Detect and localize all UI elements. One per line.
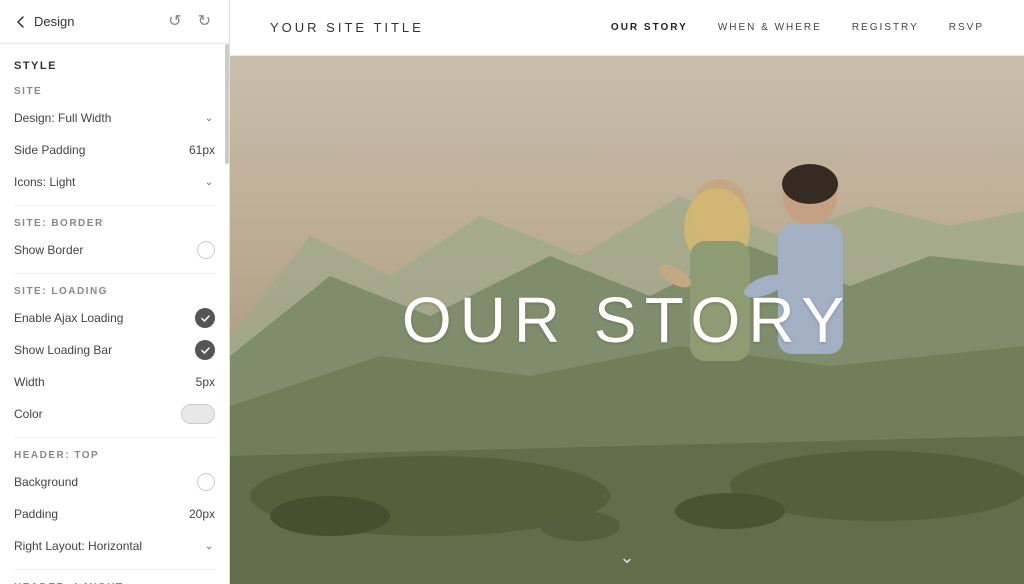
enable-ajax-row: Enable Ajax Loading: [14, 307, 215, 329]
site-preview: YOUR SITE TITLE OUR STORY WHEN & WHERE R…: [230, 0, 1024, 584]
color-swatch[interactable]: [181, 404, 215, 424]
right-layout-row: Right Layout: Horizontal ⌄: [14, 535, 215, 557]
hero-section: OUR STORY ⌄: [230, 56, 1024, 584]
panel-title: STYLE: [14, 60, 215, 72]
nav-link-registry[interactable]: REGISTRY: [852, 22, 919, 33]
redo-icon: ↻: [198, 13, 211, 30]
icons-row: Icons: Light ⌄: [14, 171, 215, 193]
icons-label: Icons: Light: [14, 175, 75, 189]
show-border-radio[interactable]: [197, 241, 215, 259]
section-header-top-label: HEADER: TOP: [14, 450, 215, 461]
back-label: Design: [34, 14, 74, 29]
checkmark-icon-2: [200, 345, 211, 356]
header-padding-row: Padding 20px: [14, 503, 215, 525]
divider-4: [14, 569, 215, 570]
site-title: YOUR SITE TITLE: [270, 20, 611, 35]
header-background-row: Background: [14, 471, 215, 493]
side-padding-label: Side Padding: [14, 143, 85, 157]
nav-link-our-story[interactable]: OUR STORY: [611, 22, 688, 33]
section-site-label: SITE: [14, 86, 215, 97]
panel-content: STYLE SITE Design: Full Width ⌄ Side Pad…: [0, 44, 229, 584]
side-padding-row: Side Padding 61px: [14, 139, 215, 161]
section-border-label: SITE: BORDER: [14, 218, 215, 229]
side-padding-value: 61px: [189, 143, 215, 157]
top-bar: Design ↺ ↻: [0, 0, 229, 44]
divider-2: [14, 273, 215, 274]
hero-title: OUR STORY: [230, 283, 1024, 357]
color-label: Color: [14, 407, 43, 421]
enable-ajax-label: Enable Ajax Loading: [14, 311, 123, 325]
section-loading-label: SITE: LOADING: [14, 286, 215, 297]
show-border-row: Show Border: [14, 239, 215, 261]
nav-link-when-where[interactable]: WHEN & WHERE: [718, 22, 822, 33]
icons-chevron-icon[interactable]: ⌄: [203, 176, 215, 188]
scroll-indicator[interactable]: ⌄: [619, 547, 634, 568]
color-row: Color: [14, 403, 215, 425]
right-layout-label: Right Layout: Horizontal: [14, 539, 142, 553]
undo-icon: ↺: [168, 13, 181, 30]
width-value: 5px: [196, 375, 215, 389]
divider-1: [14, 205, 215, 206]
scroll-thumb: [225, 44, 229, 164]
back-button[interactable]: Design: [14, 14, 74, 29]
site-navigation: YOUR SITE TITLE OUR STORY WHEN & WHERE R…: [230, 0, 1024, 56]
show-border-label: Show Border: [14, 243, 83, 257]
style-panel: Design ↺ ↻ STYLE SITE Design: Full Width…: [0, 0, 230, 584]
show-loading-bar-row: Show Loading Bar: [14, 339, 215, 361]
show-loading-bar-check[interactable]: [195, 340, 215, 360]
site-nav-links: OUR STORY WHEN & WHERE REGISTRY RSVP: [611, 22, 984, 33]
design-chevron-icon[interactable]: ⌄: [203, 112, 215, 124]
redo-button[interactable]: ↻: [194, 12, 215, 32]
right-layout-chevron-icon[interactable]: ⌄: [203, 540, 215, 552]
width-row: Width 5px: [14, 371, 215, 393]
enable-ajax-check[interactable]: [195, 308, 215, 328]
checkmark-icon: [200, 313, 211, 324]
undo-redo-group: ↺ ↻: [164, 12, 215, 32]
header-padding-value: 20px: [189, 507, 215, 521]
design-label: Design: Full Width: [14, 111, 111, 125]
width-label: Width: [14, 375, 45, 389]
header-background-radio[interactable]: [197, 473, 215, 491]
undo-button[interactable]: ↺: [164, 12, 185, 32]
show-loading-bar-label: Show Loading Bar: [14, 343, 112, 357]
divider-3: [14, 437, 215, 438]
back-arrow-icon: [14, 15, 28, 29]
hero-text-container: OUR STORY: [230, 283, 1024, 357]
header-padding-label: Padding: [14, 507, 58, 521]
design-row: Design: Full Width ⌄: [14, 107, 215, 129]
header-background-label: Background: [14, 475, 78, 489]
nav-link-rsvp[interactable]: RSVP: [949, 22, 984, 33]
